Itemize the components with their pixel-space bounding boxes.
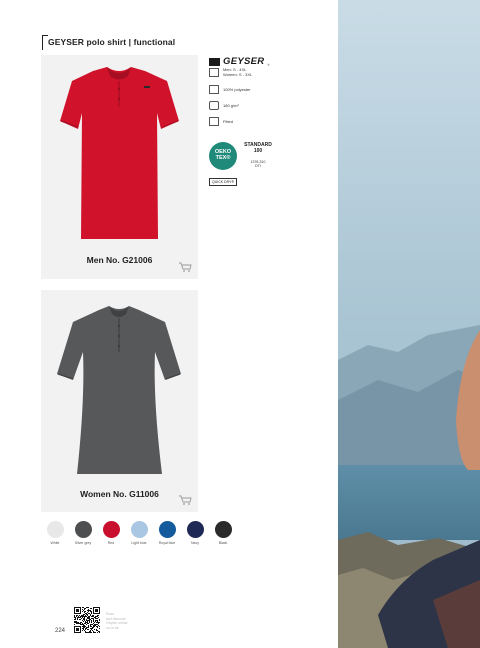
- qr-code-icon[interactable]: [74, 607, 100, 633]
- color-name: Light blue: [131, 541, 147, 545]
- page-title: GEYSER polo shirt | functional: [48, 37, 176, 47]
- qr-caption: Scan and discover Geyser online on-in.dk: [106, 612, 128, 630]
- color-swatch[interactable]: Navy: [185, 521, 205, 545]
- color-name: Royal blue: [158, 541, 176, 545]
- color-dot: [74, 521, 92, 538]
- shopping-cart-icon[interactable]: [178, 494, 192, 506]
- color-name: Silver grey: [74, 541, 92, 545]
- catalog-page: GEYSER polo shirt | functional Men No. G…: [0, 0, 480, 648]
- fit-icon: [209, 117, 219, 126]
- brand-logo-mark-icon: [209, 57, 220, 66]
- spec-material: 100% polyester: [209, 85, 251, 94]
- color-swatch[interactable]: Royal blue: [157, 521, 177, 545]
- color-name: Navy: [191, 541, 199, 545]
- men-polo-shirt-image: [60, 67, 179, 239]
- women-product-label: Women No. G11006: [80, 489, 159, 499]
- fabric-icon: [209, 85, 219, 94]
- weight-text: 180 g/m²: [223, 103, 239, 108]
- color-name: Black: [218, 541, 228, 545]
- shopping-cart-icon[interactable]: [178, 261, 192, 273]
- color-swatch[interactable]: Silver grey: [73, 521, 93, 545]
- spec-sizes: Men: S - 4XL Women: S - 3XL: [209, 67, 252, 77]
- oeko-tex-logo: OEKO TEX®: [209, 142, 237, 170]
- color-dot: [158, 521, 176, 538]
- color-dot: [214, 521, 232, 538]
- color-swatch[interactable]: Light blue: [129, 521, 149, 545]
- standard-label: STANDARD 100: [244, 142, 272, 154]
- product-card-women[interactable]: Women No. G11006: [41, 290, 198, 512]
- color-swatches: White Silver grey Red Light blue Royal blue N…: [45, 521, 233, 545]
- weight-icon: [209, 101, 219, 110]
- color-dot: [130, 521, 148, 538]
- lifestyle-photo: [338, 0, 480, 648]
- spec-weight: 180 g/m²: [209, 101, 239, 110]
- product-card-men[interactable]: Men No. G21006: [41, 55, 198, 279]
- material-text: 100% polyester: [223, 87, 251, 92]
- men-product-label: Men No. G21006: [86, 255, 153, 265]
- color-name: White: [50, 541, 60, 545]
- color-swatch[interactable]: Black: [213, 521, 233, 545]
- sizes-women: Women: S - 3XL: [223, 72, 253, 77]
- women-polo-shirt-image: [57, 306, 181, 474]
- size-chart-icon: [209, 67, 219, 77]
- color-name: Red: [107, 541, 115, 545]
- color-dot: [186, 521, 204, 538]
- color-dot: [102, 521, 120, 538]
- color-swatch[interactable]: Red: [101, 521, 121, 545]
- brand-trademark: ®: [267, 63, 270, 67]
- quick-dry-badge: QUICK DRY®: [209, 178, 237, 186]
- page-number: 224: [55, 628, 66, 634]
- brand-logo: GEYSER ®: [209, 56, 270, 67]
- color-dot: [46, 521, 64, 538]
- fit-text: Fitted: [223, 119, 234, 124]
- brand-logo-text: GEYSER: [223, 56, 265, 67]
- color-swatch[interactable]: White: [45, 521, 65, 545]
- spec-fit: Fitted: [209, 117, 233, 126]
- certificate-code: 1376-310 DTI: [250, 160, 266, 168]
